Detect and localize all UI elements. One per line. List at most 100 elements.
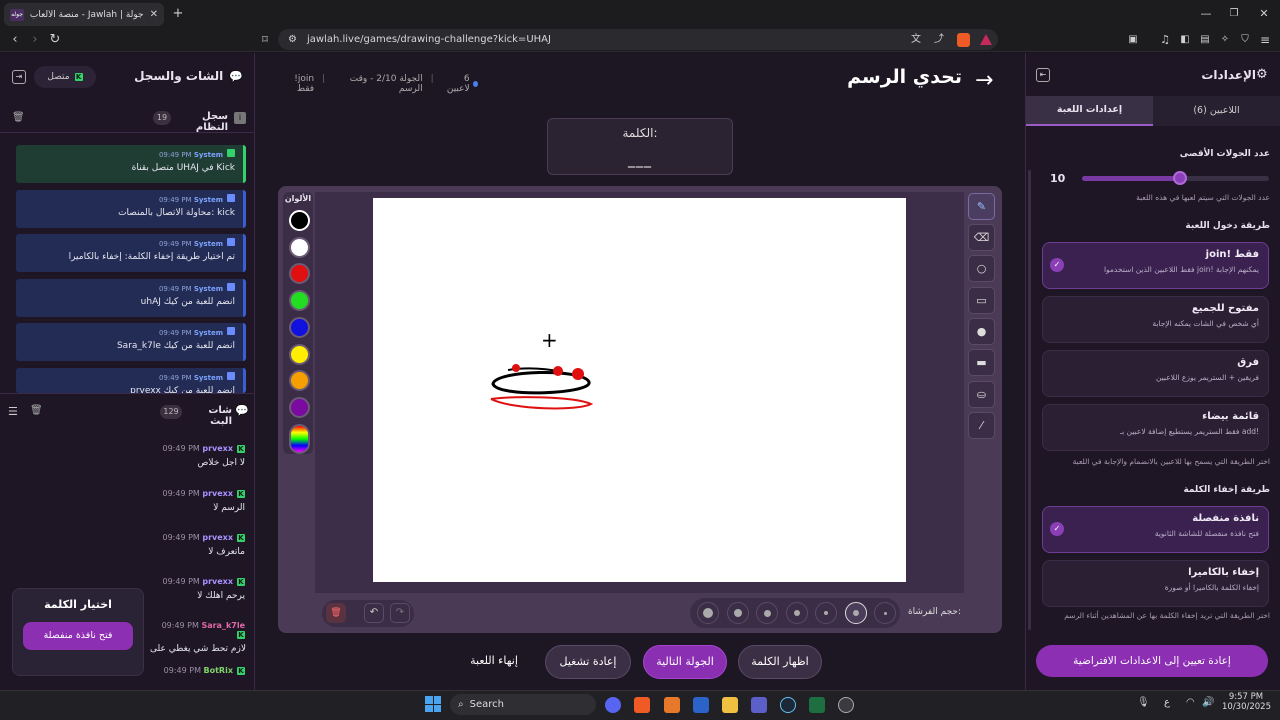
join-option[interactable]: فرق فريقين + الستريمر يوزع اللاعبين bbox=[1042, 350, 1269, 397]
back-arrow-icon[interactable]: → bbox=[975, 68, 993, 93]
translate-icon[interactable]: 文 bbox=[907, 30, 925, 50]
log-text: prvexx انضم للعبة من كيك bbox=[130, 386, 235, 393]
open-separate-window-button[interactable]: فتح نافذة منفصلة bbox=[23, 622, 133, 650]
color-swatch[interactable] bbox=[289, 290, 310, 312]
wallet2-icon[interactable]: ▤ bbox=[1196, 30, 1214, 50]
wallet-icon[interactable]: ▣ bbox=[1124, 30, 1142, 50]
brave-shield-icon[interactable] bbox=[957, 33, 970, 47]
brush-size-option[interactable] bbox=[756, 602, 778, 624]
color-swatch[interactable] bbox=[289, 396, 310, 418]
restore-icon[interactable]: ❐ bbox=[1224, 4, 1244, 24]
eraser-tool[interactable]: ⌫ bbox=[968, 224, 995, 251]
steam-icon[interactable] bbox=[780, 697, 796, 713]
filled-circle-tool[interactable]: ● bbox=[968, 318, 995, 345]
chat-list-menu-icon[interactable]: ☰ bbox=[8, 405, 18, 418]
clear-chat-icon[interactable]: 🗑 bbox=[30, 405, 43, 416]
slider-thumb[interactable] bbox=[1173, 171, 1187, 185]
join-option[interactable]: مفتوح للجميع أي شخص في الشات يمكنه الإجاب… bbox=[1042, 296, 1269, 343]
reload-icon[interactable]: ↻ bbox=[45, 30, 65, 50]
ai-icon[interactable]: ✧ bbox=[1216, 30, 1234, 50]
app-icon[interactable] bbox=[664, 697, 680, 713]
color-swatch[interactable] bbox=[289, 236, 310, 258]
brush-size-option[interactable] bbox=[785, 602, 808, 624]
brush-size-option[interactable] bbox=[697, 602, 719, 624]
close-window-icon[interactable]: ✕ bbox=[1254, 4, 1274, 24]
menu-icon[interactable]: ≡ bbox=[1256, 30, 1274, 50]
check-icon: ✓ bbox=[1050, 522, 1064, 536]
address-bar[interactable]: ⚙ jawlah.live/games/drawing-challenge?ki… bbox=[278, 29, 998, 50]
brush-size-option[interactable] bbox=[815, 602, 837, 624]
kick-icon: K bbox=[74, 73, 83, 81]
color-swatch[interactable] bbox=[289, 210, 310, 231]
excel-icon[interactable] bbox=[809, 697, 825, 713]
brush-size-option[interactable] bbox=[726, 602, 749, 624]
vpn-icon[interactable]: ⛉ bbox=[1236, 30, 1254, 50]
system-log-item: 09:49 PM System Sara_k7le انضم للعبة من ك… bbox=[16, 323, 246, 361]
log-meta: 09:49 PM System bbox=[24, 149, 235, 159]
sidebar-icon[interactable]: ◧ bbox=[1176, 30, 1194, 50]
line-tool[interactable]: ⁄ bbox=[968, 412, 995, 439]
pen-tool[interactable]: ✎ bbox=[968, 193, 995, 220]
next-round-button[interactable]: الجولة التالية bbox=[643, 645, 727, 679]
start-icon[interactable] bbox=[425, 696, 441, 712]
wifi-icon[interactable]: ◠ bbox=[1186, 697, 1195, 708]
file-explorer-icon[interactable] bbox=[722, 697, 738, 713]
panel-title: الشات والسجل bbox=[134, 69, 224, 83]
custom-color-picker[interactable] bbox=[289, 424, 310, 454]
join-option[interactable]: join! فقط فقط اللاعبين الذين استخدموا joi… bbox=[1042, 242, 1269, 289]
collapse-panel-icon[interactable]: ⇥ bbox=[12, 70, 26, 84]
brush-size-option[interactable] bbox=[874, 602, 896, 624]
brave-rewards-icon[interactable] bbox=[980, 34, 992, 45]
chat-text: يرحم اهلك لا bbox=[197, 591, 245, 601]
game-title: تحدي الرسم bbox=[847, 66, 962, 88]
restart-button[interactable]: إعادة تشغيل bbox=[545, 645, 631, 679]
end-game-button[interactable]: إنهاء اللعبة bbox=[455, 645, 533, 679]
obs-icon[interactable] bbox=[838, 697, 854, 713]
filled-rect-tool[interactable]: ▬ bbox=[968, 349, 995, 376]
hide-option[interactable]: إخفاء بالكاميرا إخفاء الكلمة بالكاميرا أو… bbox=[1042, 560, 1269, 607]
app2-icon[interactable] bbox=[693, 697, 709, 713]
browser-tab[interactable]: جوله جولة | Jawlah - منصة الألعاب التفا … bbox=[4, 3, 164, 26]
rectangle-tool[interactable]: ▭ bbox=[968, 287, 995, 314]
undo-icon[interactable]: ↶ bbox=[364, 603, 384, 623]
clock[interactable]: 9:57 PM 10/30/2025 bbox=[1222, 692, 1271, 712]
color-swatch[interactable] bbox=[289, 343, 310, 365]
volume-icon[interactable]: 🔊 bbox=[1202, 697, 1214, 708]
forward-icon[interactable]: › bbox=[25, 30, 45, 50]
minimize-icon[interactable]: — bbox=[1196, 4, 1216, 24]
tab-bar bbox=[0, 0, 1280, 28]
chat-message: 09:49 PM prvexx K الرسم لا bbox=[10, 489, 245, 513]
tab-players[interactable]: اللاعبين (6) bbox=[1153, 96, 1280, 126]
teams-icon[interactable] bbox=[751, 697, 767, 713]
bookmark-icon[interactable]: ⌑ bbox=[255, 30, 275, 50]
music-icon[interactable]: ♫ bbox=[1156, 30, 1174, 50]
show-word-button[interactable]: اظهار الكلمة bbox=[738, 645, 822, 679]
tab-game-settings[interactable]: إعدادات اللعبة bbox=[1026, 96, 1153, 126]
drawing-canvas[interactable]: + bbox=[373, 198, 906, 582]
system-log-item: 09:49 PM System uhAJ انضم للعبة من كيك bbox=[16, 279, 246, 317]
share-icon[interactable]: ⤴ bbox=[930, 30, 948, 50]
brush-size-option[interactable] bbox=[844, 602, 867, 624]
collapse-settings-icon[interactable]: ⇤ bbox=[1036, 68, 1050, 82]
log-text: uhAJ انضم للعبة من كيك bbox=[140, 297, 235, 307]
mic-icon[interactable]: 🎙 bbox=[1137, 697, 1150, 708]
brave-icon[interactable] bbox=[634, 697, 650, 713]
language-indicator[interactable]: ع bbox=[1164, 697, 1170, 708]
hide-option[interactable]: نافذة منفصلة فتح نافذة منفصلة للشاشة الثا… bbox=[1042, 506, 1269, 553]
join-option[interactable]: قائمة بيضاء فقط الستريمر يستطيع إضافة لاع… bbox=[1042, 404, 1269, 451]
fill-bucket-tool[interactable]: ⛀ bbox=[968, 381, 995, 408]
discord-icon[interactable] bbox=[605, 697, 621, 713]
clear-log-icon[interactable]: 🗑 bbox=[12, 112, 25, 123]
clear-canvas-icon[interactable]: 🗑 bbox=[326, 603, 346, 623]
redo-icon[interactable]: ↷ bbox=[390, 603, 410, 623]
back-icon[interactable]: ‹ bbox=[5, 30, 25, 50]
site-info-icon[interactable]: ⚙ bbox=[288, 34, 297, 45]
taskbar-search[interactable]: ⌕ Search bbox=[450, 694, 596, 715]
chat-meta: 09:49 PM prvexx K bbox=[10, 444, 245, 453]
reset-defaults-button[interactable]: إعادة تعيين إلى الاعدادات الافتراضية bbox=[1036, 645, 1268, 677]
settings-scrollbar[interactable] bbox=[1028, 170, 1031, 630]
circle-tool[interactable]: ○ bbox=[968, 255, 995, 282]
close-tab-icon[interactable]: ✕ bbox=[150, 9, 158, 21]
color-swatch[interactable] bbox=[289, 316, 310, 338]
new-tab-icon[interactable]: + bbox=[168, 4, 188, 24]
